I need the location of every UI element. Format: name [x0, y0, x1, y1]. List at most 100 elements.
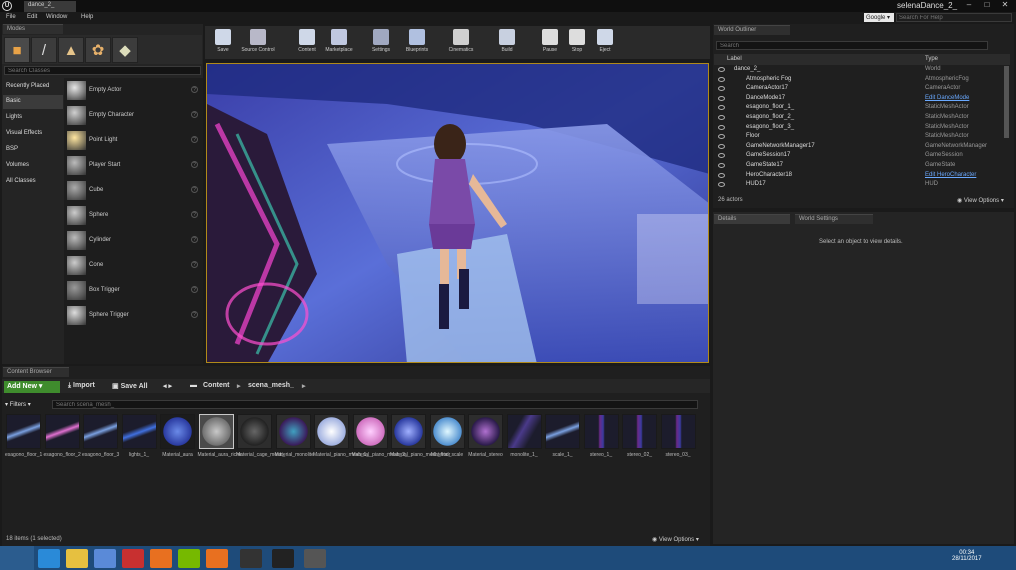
outliner-row[interactable]: CameraActor17 CameraActor	[716, 85, 1008, 94]
place-item-empty-actor[interactable]: Empty Actor?	[64, 79, 202, 103]
info-icon[interactable]: ?	[191, 136, 198, 143]
place-item-empty-character[interactable]: Empty Character?	[64, 104, 202, 128]
unity-icon[interactable]	[304, 549, 326, 568]
outliner-row-type[interactable]: Edit HeroCharacter	[925, 172, 976, 178]
place-item-cube[interactable]: Cube?	[64, 179, 202, 203]
import-button[interactable]: ⤓ Import	[68, 382, 95, 390]
level-viewport[interactable]	[206, 63, 709, 363]
landscape-mode-icon[interactable]: ▲	[58, 37, 84, 63]
asset-thumbnail[interactable]	[83, 414, 118, 449]
info-icon[interactable]: ?	[191, 236, 198, 243]
breadcrumb-scena-mesh[interactable]: scena_mesh_	[248, 382, 294, 389]
outliner-view-options-button[interactable]: ◉ View Options ▾	[957, 197, 1004, 204]
level-tab[interactable]: dance_2_	[24, 1, 76, 12]
asset-thumbnail[interactable]	[198, 414, 234, 449]
asset-thumbnail[interactable]	[275, 414, 311, 449]
asset-thumbnail[interactable]	[429, 414, 465, 449]
geometry-mode-icon[interactable]: ◆	[112, 37, 138, 63]
filters-button[interactable]: ▾ Filters ▾	[5, 401, 31, 408]
add-new-button[interactable]: Add New ▾	[4, 381, 60, 393]
place-item-box-trigger[interactable]: Box Trigger?	[64, 279, 202, 303]
paint-mode-icon[interactable]: /	[31, 37, 57, 63]
category-lights[interactable]: Lights	[3, 111, 63, 125]
place-item-cylinder[interactable]: Cylinder?	[64, 229, 202, 253]
visibility-eye-icon[interactable]	[718, 182, 725, 188]
outliner-row[interactable]: esagono_floor_1_ StaticMeshActor	[716, 104, 1008, 113]
visibility-eye-icon[interactable]	[718, 67, 725, 72]
taskbar-clock[interactable]: 00:34 28/11/2017	[952, 550, 982, 562]
toolbar-marketplace-button[interactable]: Marketplace	[324, 27, 354, 59]
category-volumes[interactable]: Volumes	[3, 159, 63, 173]
info-icon[interactable]: ?	[191, 111, 198, 118]
visibility-eye-icon[interactable]	[718, 124, 725, 130]
info-icon[interactable]: ?	[191, 186, 198, 193]
outliner-row[interactable]: GameState17 GameState	[716, 162, 1008, 171]
nvidia-icon[interactable]	[178, 549, 200, 568]
outliner-row[interactable]: dance_2_ World	[716, 66, 1008, 75]
asset-thumbnail[interactable]	[44, 414, 80, 449]
toolbar-content-button[interactable]: Content	[292, 27, 322, 59]
place-item-sphere-trigger[interactable]: Sphere Trigger?	[64, 304, 202, 328]
outliner-scrollbar[interactable]	[1004, 66, 1009, 138]
outliner-row[interactable]: Floor StaticMeshActor	[716, 133, 1008, 142]
toolbar-save-button[interactable]: Save	[208, 27, 238, 59]
place-item-point-light[interactable]: Point Light?	[64, 129, 202, 153]
content-view-options-button[interactable]: ◉ View Options ▾	[652, 536, 699, 543]
info-icon[interactable]: ?	[191, 311, 198, 318]
visibility-eye-icon[interactable]	[718, 95, 725, 101]
info-icon[interactable]: ?	[191, 86, 198, 93]
visibility-eye-icon[interactable]	[718, 86, 725, 92]
info-icon[interactable]: ?	[191, 286, 198, 293]
tab-world-settings[interactable]: World Settings	[795, 214, 873, 224]
visibility-eye-icon[interactable]	[718, 172, 725, 178]
tab-modes[interactable]: Modes	[3, 24, 63, 34]
asset-thumbnail[interactable]	[160, 414, 195, 449]
breadcrumb-content[interactable]: Content	[203, 382, 229, 389]
outliner-row[interactable]: GameSession17 GameSession	[716, 152, 1008, 161]
visibility-eye-icon[interactable]	[718, 105, 725, 111]
visibility-eye-icon[interactable]	[718, 134, 725, 140]
asset-thumbnail[interactable]	[314, 414, 349, 449]
file-explorer-icon[interactable]	[66, 549, 88, 568]
epic-games-icon[interactable]	[240, 549, 262, 568]
asset-thumbnail[interactable]	[506, 414, 542, 449]
tab-content-browser[interactable]: Content Browser	[3, 367, 69, 377]
menu-help[interactable]: Help	[81, 14, 93, 20]
asset-thumbnail[interactable]	[583, 414, 619, 449]
outliner-row[interactable]: GameNetworkManager17 GameNetworkManager	[716, 143, 1008, 152]
asset-thumbnail[interactable]	[121, 414, 157, 449]
close-button[interactable]: ✕	[998, 0, 1012, 10]
asset-thumbnail[interactable]	[391, 414, 426, 449]
visibility-eye-icon[interactable]	[718, 76, 725, 82]
asset-thumbnail[interactable]	[545, 414, 580, 449]
minimize-button[interactable]: –	[962, 0, 976, 10]
outliner-row[interactable]: esagono_floor_2_ StaticMeshActor	[716, 114, 1008, 123]
asset-thumbnail[interactable]	[622, 414, 657, 449]
toolbar-blueprints-button[interactable]: Blueprints	[402, 27, 432, 59]
visual-studio-icon[interactable]	[94, 549, 116, 568]
asset-thumbnail[interactable]	[468, 414, 503, 449]
outliner-row[interactable]: esagono_floor_3_ StaticMeshActor	[716, 124, 1008, 133]
toolbar-eject-button[interactable]: Eject	[590, 27, 620, 59]
toolbar-settings-button[interactable]: Settings	[366, 27, 396, 59]
outliner-search-input[interactable]	[716, 41, 988, 50]
place-item-sphere[interactable]: Sphere?	[64, 204, 202, 228]
category-recently-placed[interactable]: Recently Placed	[3, 80, 63, 94]
foliage-mode-icon[interactable]: ✿	[85, 37, 111, 63]
toolbar-stop-button[interactable]: Stop	[562, 27, 592, 59]
visibility-eye-icon[interactable]	[718, 143, 725, 149]
toolbar-build-button[interactable]: Build	[492, 27, 522, 59]
unreal-engine-icon[interactable]	[272, 549, 294, 568]
info-icon[interactable]: ?	[191, 211, 198, 218]
info-icon[interactable]: ?	[191, 261, 198, 268]
category-all-classes[interactable]: All Classes	[3, 175, 63, 189]
breadcrumb-chevron-icon[interactable]: ▸	[302, 382, 306, 390]
maximize-button[interactable]: □	[980, 0, 994, 10]
visibility-eye-icon[interactable]	[718, 115, 725, 120]
menu-file[interactable]: File	[6, 14, 16, 20]
category-basic[interactable]: Basic	[3, 95, 63, 109]
outliner-type-header[interactable]: Type	[925, 56, 938, 62]
app-icon[interactable]	[122, 549, 144, 568]
blender-icon[interactable]	[206, 549, 228, 568]
category-visual-effects[interactable]: Visual Effects	[3, 127, 63, 141]
